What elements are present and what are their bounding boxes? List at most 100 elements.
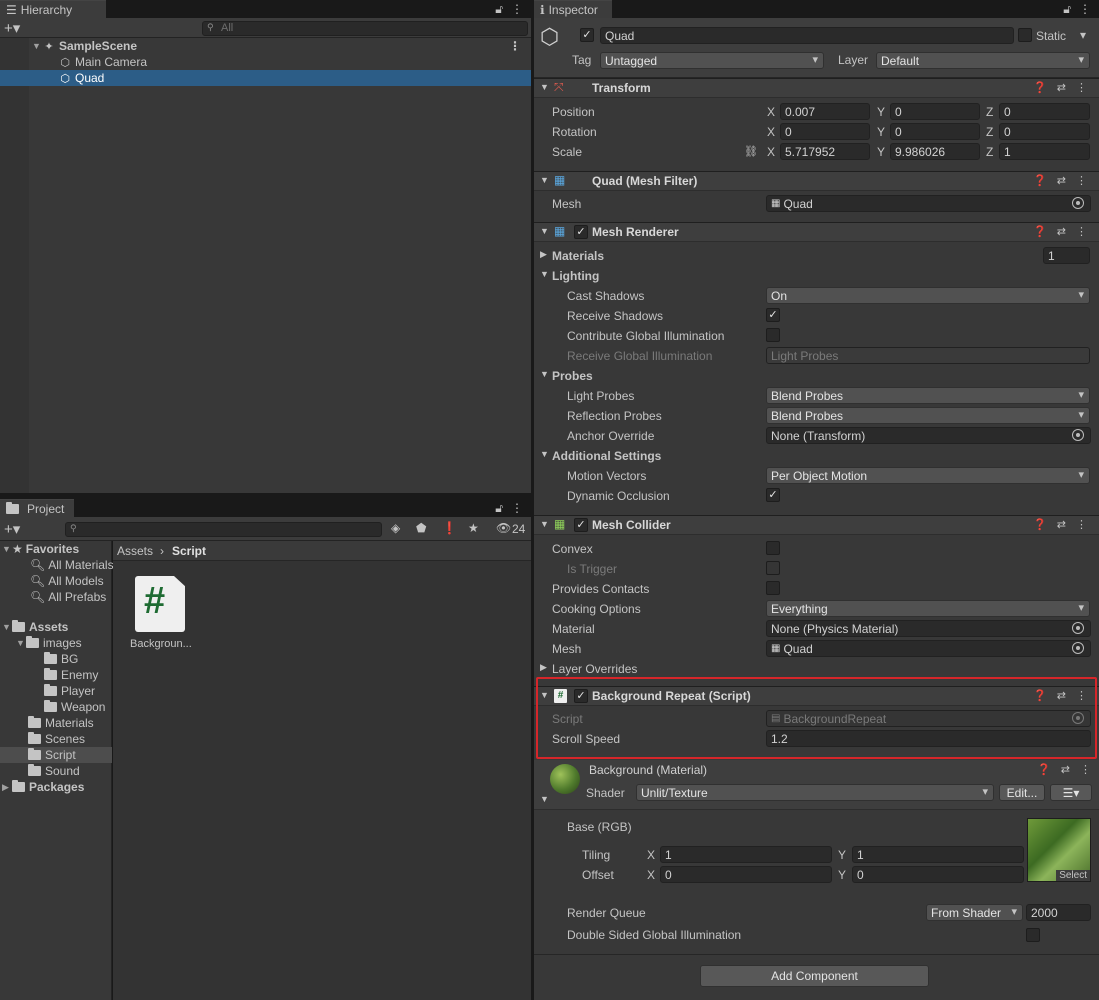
tiling-x-field[interactable]: 1 (660, 846, 832, 863)
script-file-icon[interactable]: # (135, 576, 185, 632)
preset-icon[interactable]: ⇄ (1057, 81, 1066, 94)
lock-icon[interactable]: 🔓︎ (495, 2, 503, 17)
more-icon[interactable]: ⋮ (1076, 174, 1087, 187)
rotation-z-field[interactable]: 0 (999, 123, 1090, 140)
hierarchy-item-main-camera[interactable]: ⬡ Main Camera (0, 54, 531, 70)
chevron-down-icon[interactable]: ▾ (1080, 28, 1086, 42)
project-search-input[interactable] (65, 522, 382, 537)
tag-dropdown[interactable]: Untagged (600, 52, 824, 69)
help-icon[interactable]: ❓ (1033, 225, 1047, 238)
chevron-down-icon[interactable]: ▼ (540, 449, 549, 459)
tab-inspector[interactable]: ℹ Inspector (534, 0, 612, 18)
hierarchy-item-quad[interactable]: ⬡ Quad (0, 70, 531, 86)
materials-count-field[interactable]: 1 (1043, 247, 1090, 264)
cooking-options-dropdown[interactable]: Everything (766, 600, 1090, 617)
object-picker-icon[interactable] (1072, 429, 1084, 441)
more-icon[interactable]: ⋮ (1079, 2, 1091, 16)
folder-item[interactable]: Enemy (0, 667, 98, 683)
constrain-proportions-link-icon[interactable]: ⛓ (744, 145, 758, 158)
preset-icon[interactable]: ⇄ (1061, 763, 1070, 776)
chevron-right-icon[interactable]: ▶ (540, 662, 547, 673)
preset-icon[interactable]: ⇄ (1057, 518, 1066, 531)
more-icon[interactable]: ⋮ (1076, 518, 1087, 531)
provides-contacts-checkbox[interactable] (766, 581, 780, 595)
mesh-field[interactable]: ▦ Quad (766, 195, 1091, 212)
shader-dropdown[interactable]: Unlit/Texture (636, 784, 994, 801)
offset-y-field[interactable]: 0 (852, 866, 1024, 883)
mesh-collider-header[interactable]: ▼ ▦ ✓ Mesh Collider ❓ ⇄ ⋮ (534, 515, 1099, 535)
warning-icon[interactable]: ❗ (442, 521, 457, 535)
tab-hierarchy[interactable]: ☰ Hierarchy (0, 0, 106, 18)
scale-x-field[interactable]: 5.717952 (780, 143, 870, 160)
object-picker-icon[interactable] (1072, 622, 1084, 634)
favorites-item[interactable]: 🔍︎ All Prefabs (0, 589, 106, 605)
chevron-right-icon[interactable]: ▶ (540, 249, 547, 260)
rotation-x-field[interactable]: 0 (780, 123, 870, 140)
mesh-renderer-header[interactable]: ▼ ▦ ✓ Mesh Renderer ❓ ⇄ ⋮ (534, 222, 1099, 242)
transform-header[interactable]: ▼ ⤧ Transform ❓ ⇄ ⋮ (534, 78, 1099, 98)
texture-select-button[interactable]: Select (1056, 870, 1090, 881)
scale-y-field[interactable]: 9.986026 (890, 143, 980, 160)
more-icon[interactable]: ⋮ (1080, 763, 1091, 776)
shader-options-button[interactable]: ☰▾ (1050, 784, 1092, 801)
favorites-item[interactable]: 🔍︎ All Models (0, 573, 104, 589)
motion-vectors-dropdown[interactable]: Per Object Motion (766, 467, 1090, 484)
preset-icon[interactable]: ⇄ (1057, 225, 1066, 238)
position-y-field[interactable]: 0 (890, 103, 980, 120)
folder-item[interactable]: Sound (0, 763, 112, 779)
render-queue-field[interactable]: 2000 (1026, 904, 1091, 921)
breadcrumb-script[interactable]: Script (172, 544, 206, 558)
assets-folder[interactable]: ▼ Assets (0, 619, 68, 635)
more-icon[interactable]: ⋮ (1076, 225, 1087, 238)
add-component-button[interactable]: Add Component (700, 965, 929, 987)
anchor-override-field[interactable]: None (Transform) (766, 427, 1091, 444)
position-z-field[interactable]: 0 (999, 103, 1090, 120)
position-x-field[interactable]: 0.007 (780, 103, 870, 120)
double-sided-gi-checkbox[interactable] (1026, 928, 1040, 942)
enabled-checkbox[interactable]: ✓ (574, 518, 588, 532)
script-file-label[interactable]: Backgroun... (130, 638, 192, 650)
gameobject-cube-icon[interactable]: ⬡ (540, 24, 559, 50)
help-icon[interactable]: ❓ (1033, 174, 1047, 187)
more-icon[interactable]: ⋮ (511, 501, 523, 515)
reflection-probes-dropdown[interactable]: Blend Probes (766, 407, 1090, 424)
favorites-header[interactable]: ▼ ★ Favorites (0, 541, 79, 557)
lock-icon[interactable]: 🔓︎ (495, 501, 503, 516)
contribute-gi-checkbox[interactable] (766, 328, 780, 342)
folder-item-selected[interactable]: Script (0, 747, 112, 763)
folder-item[interactable]: Player (0, 683, 95, 699)
object-picker-icon[interactable] (1072, 197, 1084, 209)
mesh-filter-header[interactable]: ▼ ▦ Quad (Mesh Filter) ❓ ⇄ ⋮ (534, 171, 1099, 191)
active-checkbox[interactable]: ✓ (580, 28, 594, 42)
more-icon[interactable]: ⋮ (509, 39, 521, 53)
visibility-eye-icon[interactable]: 👁︎ (496, 521, 511, 535)
folder-item[interactable]: Scenes (0, 731, 112, 747)
object-picker-icon[interactable] (1072, 642, 1084, 654)
receive-shadows-checkbox[interactable]: ✓ (766, 308, 780, 322)
chevron-down-icon[interactable]: ▼ (540, 269, 549, 279)
more-icon[interactable]: ⋮ (1076, 81, 1087, 94)
offset-x-field[interactable]: 0 (660, 866, 832, 883)
cast-shadows-dropdown[interactable]: On (766, 287, 1090, 304)
convex-checkbox[interactable] (766, 541, 780, 555)
folder-item[interactable]: Materials (0, 715, 112, 731)
physics-material-field[interactable]: None (Physics Material) (766, 620, 1091, 637)
favorite-star-icon[interactable]: ★ (468, 521, 479, 535)
tab-project[interactable]: Project (0, 499, 74, 517)
add-icon[interactable]: +▾ (4, 520, 20, 538)
help-icon[interactable]: ❓ (1033, 81, 1047, 94)
chevron-down-icon[interactable]: ▼ (540, 794, 549, 804)
breadcrumb-assets[interactable]: Assets (117, 544, 153, 558)
light-probes-dropdown[interactable]: Blend Probes (766, 387, 1090, 404)
label-tag-icon[interactable]: ⬟ (416, 521, 426, 535)
folder-item[interactable]: Weapon (0, 699, 105, 715)
rotation-y-field[interactable]: 0 (890, 123, 980, 140)
filter-type-icon[interactable]: ◈ (391, 521, 400, 535)
lock-icon[interactable]: 🔓︎ (1063, 2, 1071, 17)
static-checkbox[interactable] (1018, 28, 1032, 42)
more-icon[interactable]: ⋮ (511, 2, 523, 16)
edit-shader-button[interactable]: Edit... (999, 784, 1045, 801)
base-texture-thumbnail[interactable]: Select (1027, 818, 1091, 882)
scale-z-field[interactable]: 1 (999, 143, 1090, 160)
packages-folder[interactable]: ▶ Packages (0, 779, 84, 795)
